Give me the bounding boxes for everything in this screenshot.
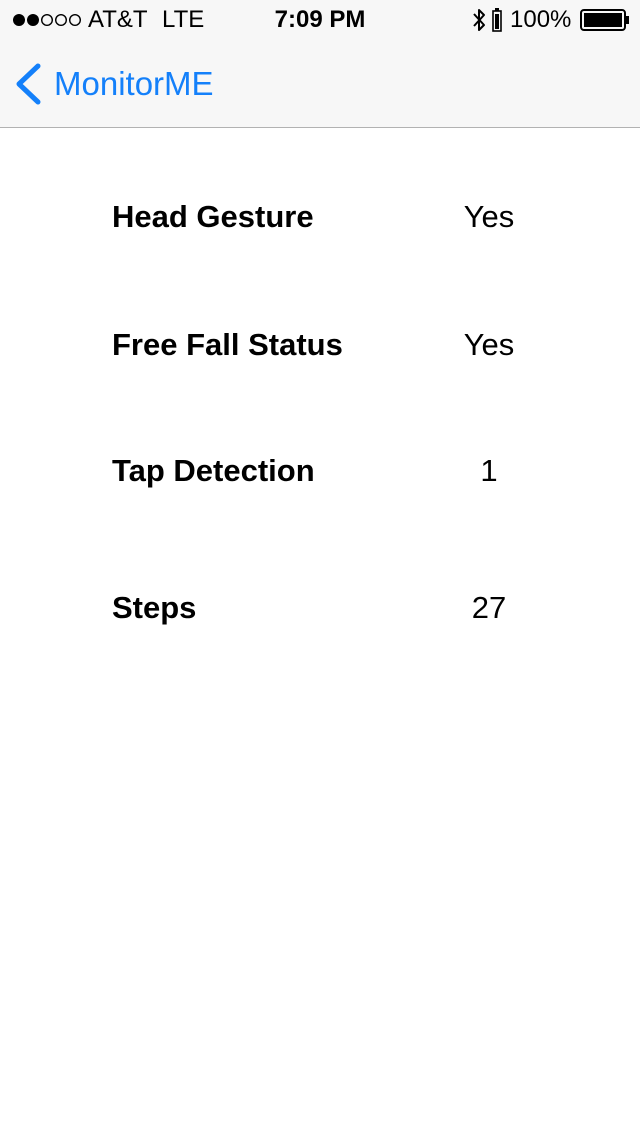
back-button-label: MonitorME bbox=[54, 65, 214, 102]
battery-icon bbox=[580, 9, 629, 31]
row-label: Free Fall Status bbox=[112, 327, 343, 362]
row-label: Steps bbox=[112, 590, 197, 625]
row-value: 27 bbox=[471, 590, 507, 625]
row-free-fall-status: Free Fall Status Yes bbox=[0, 323, 640, 367]
navigation-bar: MonitorME bbox=[0, 40, 640, 128]
charging-icon bbox=[492, 8, 502, 32]
chevron-left-icon bbox=[16, 63, 41, 105]
battery-percent: 100% bbox=[510, 6, 572, 33]
row-value: Yes bbox=[463, 327, 515, 362]
bluetooth-icon bbox=[473, 9, 485, 31]
row-label: Tap Detection bbox=[112, 453, 315, 488]
row-tap-detection: Tap Detection 1 bbox=[0, 449, 640, 493]
back-button[interactable]: MonitorME bbox=[14, 58, 214, 110]
row-label: Head Gesture bbox=[112, 199, 314, 234]
top-bar: AT&T LTE 7:09 PM 100% MonitorME bbox=[0, 0, 640, 128]
row-value: Yes bbox=[463, 199, 515, 234]
status-bar: AT&T LTE 7:09 PM 100% bbox=[0, 0, 640, 40]
row-head-gesture: Head Gesture Yes bbox=[0, 195, 640, 239]
row-value: 1 bbox=[480, 453, 498, 488]
row-steps: Steps 27 bbox=[0, 586, 640, 630]
